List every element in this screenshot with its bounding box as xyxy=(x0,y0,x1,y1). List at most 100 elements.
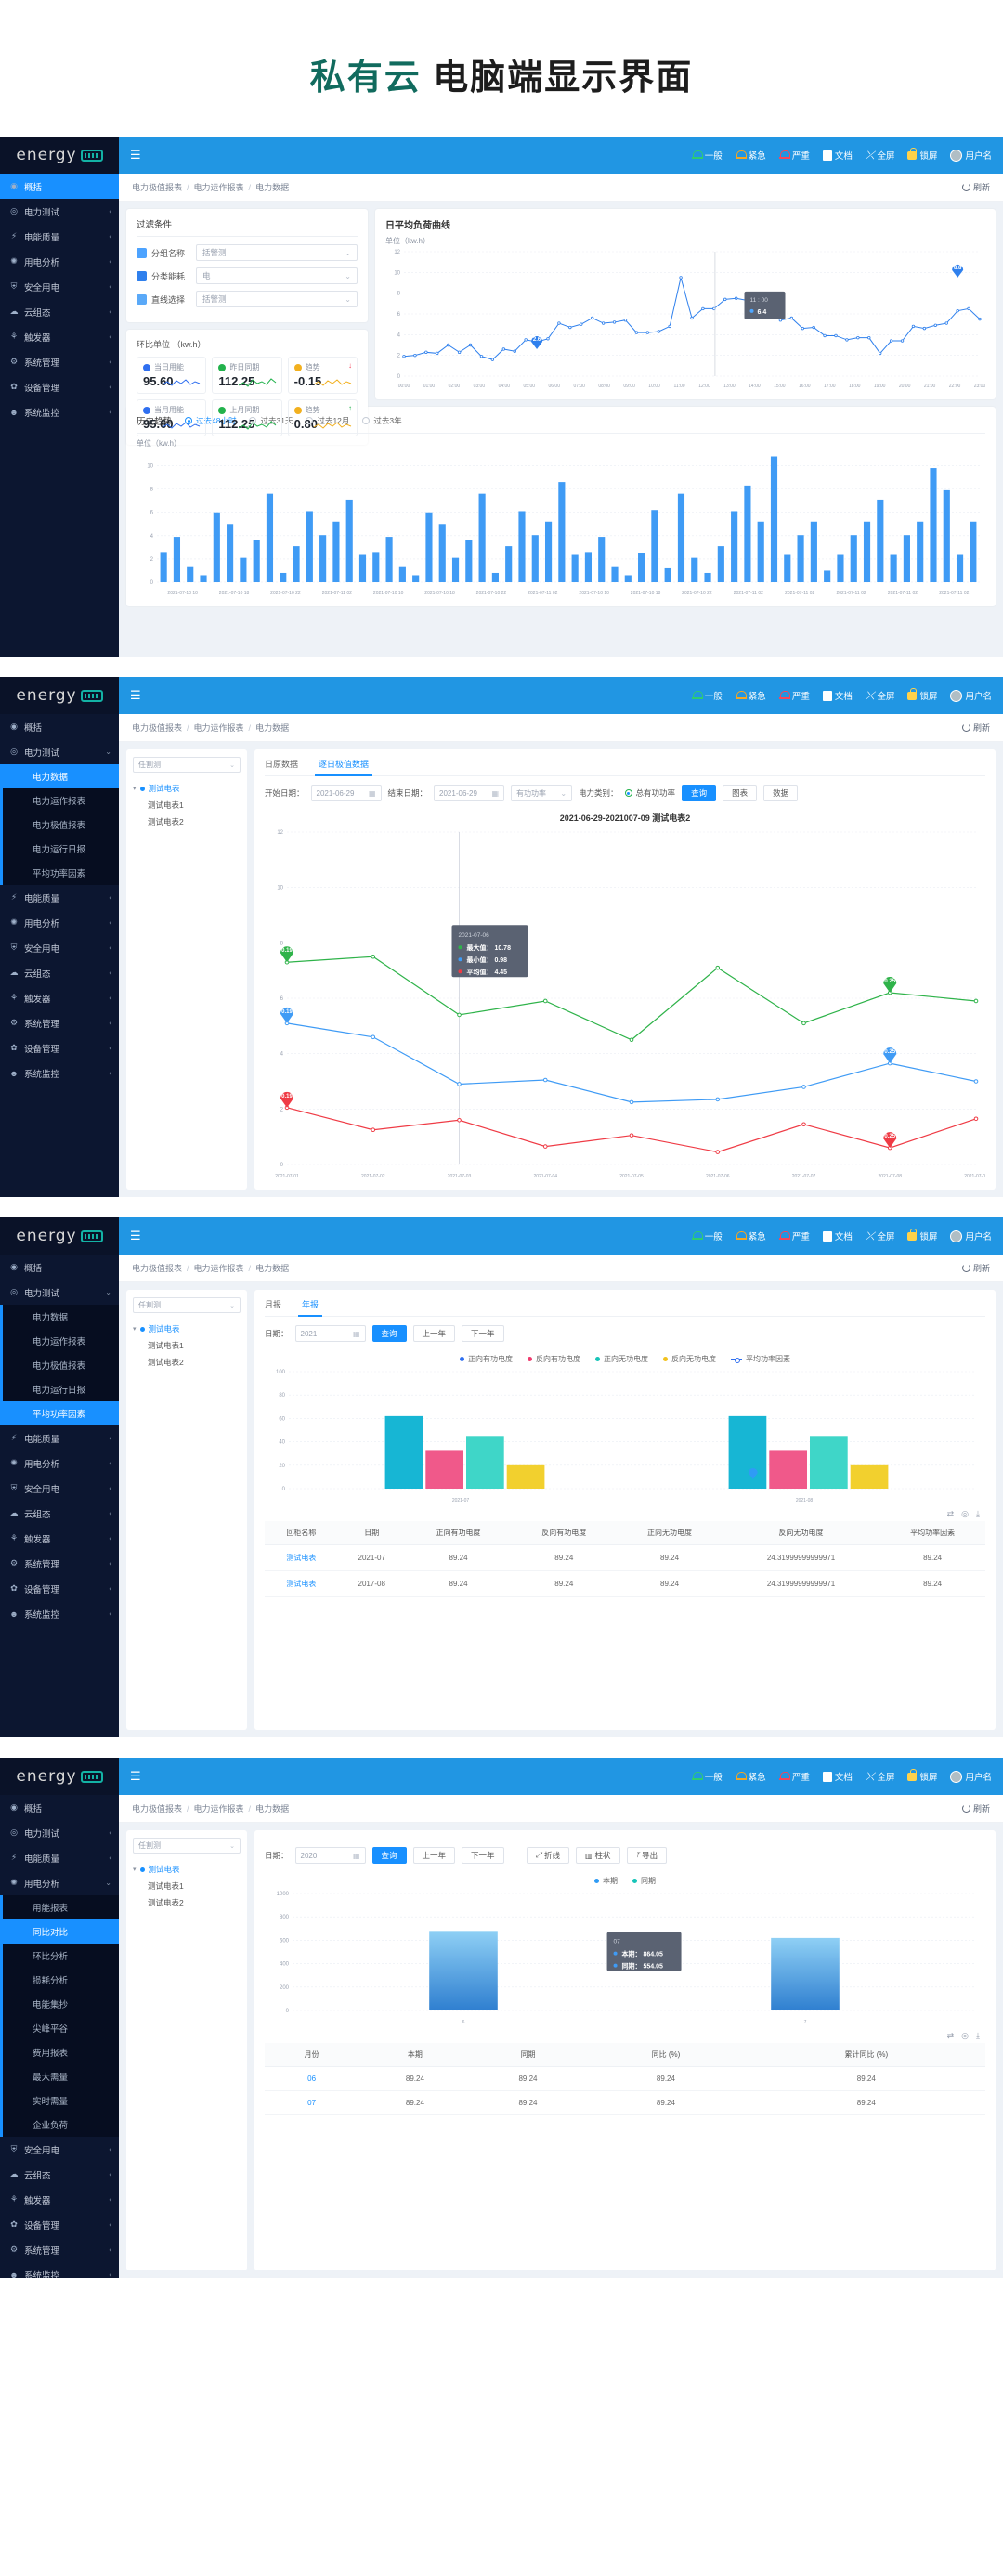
breadcrumb-item-2[interactable]: 电力运作报表 xyxy=(194,1804,244,1814)
sidebar-item-8[interactable]: ✿设备管理‹ xyxy=(0,2212,119,2237)
submenu-item-2[interactable]: 环比分析 xyxy=(3,1944,119,1968)
tree-leaf-1[interactable]: 测试电表1 xyxy=(133,1878,241,1894)
user-menu-button[interactable]: 用户名 xyxy=(950,1229,992,1242)
query-button[interactable]: 查询 xyxy=(372,1325,407,1342)
query-button[interactable]: 查询 xyxy=(372,1847,407,1864)
submenu-item-4[interactable]: 平均功率因素 xyxy=(3,1401,119,1425)
power-type-select[interactable]: 有功功率⌄ xyxy=(511,785,572,801)
alert-severe-button[interactable]: 严重 xyxy=(779,149,810,162)
menu-toggle-icon[interactable]: ☰ xyxy=(130,1229,143,1243)
next-year-button[interactable]: 下一年 xyxy=(462,1847,504,1864)
tree-node-meter[interactable]: ▾测试电表 xyxy=(133,1861,241,1878)
lockscreen-button[interactable]: 锁屏 xyxy=(907,1770,937,1783)
alert-severe-button[interactable]: 严重 xyxy=(779,1229,810,1242)
lockscreen-button[interactable]: 锁屏 xyxy=(907,1229,937,1242)
breadcrumb-item-1[interactable]: 电力极值报表 xyxy=(132,183,182,192)
filter-select-group[interactable]: 括警测⌄ xyxy=(196,244,358,261)
submenu-item-1[interactable]: 电力运作报表 xyxy=(3,1329,119,1353)
breadcrumb-item-1[interactable]: 电力极值报表 xyxy=(132,1804,182,1814)
sidebar-item-[interactable]: ◉概括 xyxy=(0,1795,119,1820)
alert-severe-button[interactable]: 严重 xyxy=(779,1770,810,1783)
submenu-item-3[interactable]: 电力运行日报 xyxy=(3,837,119,861)
sidebar-item-3[interactable]: ✺用电分析‹ xyxy=(0,249,119,274)
breadcrumb-item-1[interactable]: 电力极值报表 xyxy=(132,1264,182,1273)
sidebar-item-6[interactable]: ⚘触发器‹ xyxy=(0,324,119,349)
sidebar-item-6[interactable]: ⚘触发器‹ xyxy=(0,985,119,1010)
sidebar-item-6[interactable]: ⚘触发器‹ xyxy=(0,2187,119,2212)
sidebar-item-4[interactable]: ⛨安全用电‹ xyxy=(0,274,119,299)
sidebar-item-5[interactable]: ☁云组态‹ xyxy=(0,1501,119,1526)
menu-toggle-icon[interactable]: ☰ xyxy=(130,148,143,163)
legend-item-3[interactable]: 反向无功电度 xyxy=(663,1354,716,1364)
legend-item-1[interactable]: 反向有功电度 xyxy=(528,1354,580,1364)
filter-select-category[interactable]: 电⌄ xyxy=(196,267,358,284)
sidebar-item-7[interactable]: ⚙系统管理‹ xyxy=(0,1010,119,1035)
submenu-item-3[interactable]: 电力运行日报 xyxy=(3,1377,119,1401)
export-button[interactable]: ⤒导出 xyxy=(627,1847,668,1864)
tree-leaf-2[interactable]: 测试电表2 xyxy=(133,1354,241,1371)
sidebar-item-9[interactable]: ☻系统监控‹ xyxy=(0,399,119,424)
sidebar-item-8[interactable]: ✿设备管理‹ xyxy=(0,374,119,399)
chart-view-button[interactable]: 图表 xyxy=(723,785,757,801)
settings-icon[interactable]: ◎ xyxy=(961,1509,969,1519)
share-icon[interactable]: ⇄ xyxy=(947,2031,955,2041)
submenu-item-0[interactable]: 用能报表 xyxy=(3,1895,119,1919)
yoy-compare-chart[interactable]: 020040060080010006707本期： 864.05同期： 554.0… xyxy=(265,1888,985,2027)
start-date-input[interactable]: 2021-06-29▦ xyxy=(311,785,382,801)
menu-toggle-icon[interactable]: ☰ xyxy=(130,688,143,703)
sidebar-item-1[interactable]: ◎电力测试‹ xyxy=(0,1820,119,1845)
sidebar-item-7[interactable]: ⚙系统管理‹ xyxy=(0,2237,119,2262)
tree-filter-select[interactable]: 任割测⌄ xyxy=(133,1838,241,1854)
export-icon[interactable]: ⤓ xyxy=(976,2031,980,2041)
table-cell[interactable]: 07 xyxy=(265,2091,358,2115)
line-view-button[interactable]: ⤢折线 xyxy=(527,1847,569,1864)
data-view-button[interactable]: 数据 xyxy=(763,785,798,801)
lockscreen-button[interactable]: 锁屏 xyxy=(907,689,937,702)
table-cell[interactable]: 测试电表 xyxy=(265,1545,338,1571)
sidebar-item-5[interactable]: ☁云组态‹ xyxy=(0,2162,119,2187)
submenu-item-2[interactable]: 电力极值报表 xyxy=(3,1353,119,1377)
refresh-button[interactable]: 刷新 xyxy=(962,1262,990,1274)
fullscreen-button[interactable]: ⤫全屏 xyxy=(866,1770,895,1784)
tab-raw-data[interactable]: 日原数据 xyxy=(265,758,298,775)
submenu-item-9[interactable]: 企业负荷 xyxy=(3,2113,119,2137)
refresh-button[interactable]: 刷新 xyxy=(962,722,990,734)
radio-past-3y[interactable]: 过去3年 xyxy=(362,415,401,426)
breadcrumb-item-2[interactable]: 电力运作报表 xyxy=(194,183,244,192)
tree-leaf-2[interactable]: 测试电表2 xyxy=(133,1894,241,1911)
alert-urgent-button[interactable]: 紧急 xyxy=(736,1770,766,1783)
next-year-button[interactable]: 下一年 xyxy=(462,1325,504,1342)
sidebar-item-9[interactable]: ☻系统监控‹ xyxy=(0,1601,119,1626)
alert-urgent-button[interactable]: 紧急 xyxy=(736,689,766,702)
tree-node-meter[interactable]: ▾测试电表 xyxy=(133,1321,241,1337)
radio-total-active-power[interactable]: 总有功功率 xyxy=(625,787,676,799)
prev-year-button[interactable]: 上一年 xyxy=(413,1847,456,1864)
sidebar-item-2[interactable]: ⚡电能质量‹ xyxy=(0,224,119,249)
alert-normal-button[interactable]: 一般 xyxy=(692,149,723,162)
tab-monthly-report[interactable]: 月报 xyxy=(265,1298,281,1316)
sidebar-item-4[interactable]: ⛨安全用电‹ xyxy=(0,935,119,960)
submenu-item-1[interactable]: 同比对比 xyxy=(3,1919,119,1944)
tree-leaf-1[interactable]: 测试电表1 xyxy=(133,797,241,813)
sidebar-item-1[interactable]: ◎电力测试‹ xyxy=(0,199,119,224)
fullscreen-button[interactable]: ⤫全屏 xyxy=(866,689,895,703)
sidebar-item-8[interactable]: ✿设备管理‹ xyxy=(0,1576,119,1601)
year-input[interactable]: 2021▦ xyxy=(295,1325,366,1342)
user-menu-button[interactable]: 用户名 xyxy=(950,149,992,162)
lockscreen-button[interactable]: 锁屏 xyxy=(907,149,937,162)
legend-item-1[interactable]: 同期 xyxy=(632,1876,656,1886)
annual-report-chart[interactable]: 0204060801002021-072021-08 xyxy=(265,1366,985,1505)
tree-filter-select[interactable]: 任割测⌄ xyxy=(133,757,241,773)
user-menu-button[interactable]: 用户名 xyxy=(950,689,992,702)
alert-urgent-button[interactable]: 紧急 xyxy=(736,1229,766,1242)
export-icon[interactable]: ⤓ xyxy=(976,1509,980,1519)
tree-filter-select[interactable]: 任割测⌄ xyxy=(133,1297,241,1313)
sidebar-item-5[interactable]: ☁云组态‹ xyxy=(0,299,119,324)
sidebar-item-8[interactable]: ✿设备管理‹ xyxy=(0,1035,119,1060)
sidebar-item-7[interactable]: ⚙系统管理‹ xyxy=(0,349,119,374)
sidebar-item-[interactable]: ◉概括 xyxy=(0,1255,119,1280)
alert-urgent-button[interactable]: 紧急 xyxy=(736,149,766,162)
alert-normal-button[interactable]: 一般 xyxy=(692,689,723,702)
menu-toggle-icon[interactable]: ☰ xyxy=(130,1769,143,1784)
sidebar-item-5[interactable]: ☁云组态‹ xyxy=(0,960,119,985)
